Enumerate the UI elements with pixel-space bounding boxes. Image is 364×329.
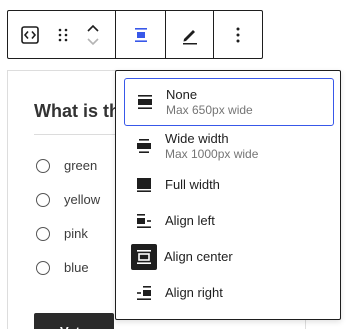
- poll-option[interactable]: pink: [36, 226, 88, 241]
- menu-item-label: Align center: [164, 249, 233, 264]
- more-options-button[interactable]: [214, 11, 262, 58]
- move-up-icon[interactable]: [86, 23, 100, 33]
- edit-button[interactable]: [166, 11, 213, 58]
- move-down-icon[interactable]: [86, 37, 100, 47]
- pencil-icon: [180, 25, 200, 45]
- align-menu-popover: None Max 650px wide Wide width Max 1000p…: [115, 70, 341, 320]
- align-full-icon: [132, 173, 156, 197]
- toolbar-group-more: [214, 11, 262, 58]
- align-right-icon: [132, 281, 156, 305]
- poll-option-label: pink: [64, 226, 88, 241]
- menu-item-description: Max 650px wide: [166, 102, 253, 117]
- menu-item-text: Align center: [164, 249, 233, 265]
- menu-item-text: Align right: [165, 285, 223, 301]
- mover-buttons: [74, 11, 112, 58]
- menu-item-label: Align left: [165, 213, 215, 228]
- poll-option[interactable]: yellow: [36, 192, 100, 207]
- radio-button[interactable]: [36, 260, 50, 275]
- align-left-icon: [132, 209, 156, 233]
- menu-item-text: Align left: [165, 213, 215, 229]
- align-button[interactable]: [116, 11, 165, 58]
- drag-handle-button[interactable]: [52, 11, 74, 58]
- poll-option[interactable]: green: [36, 158, 97, 173]
- menu-item-description: Max 1000px wide: [165, 146, 259, 161]
- menu-item-align-right[interactable]: Align right: [124, 278, 334, 308]
- menu-item-align-center[interactable]: Align center: [124, 242, 334, 272]
- radio-button[interactable]: [36, 158, 50, 173]
- drag-handle-icon: [58, 27, 68, 43]
- align-icon: [131, 25, 151, 45]
- align-none-icon: [133, 90, 157, 114]
- poll-option-label: green: [64, 158, 98, 173]
- block-type-button[interactable]: [8, 11, 52, 58]
- more-options-icon: [235, 26, 241, 44]
- menu-item-text: None Max 650px wide: [166, 87, 253, 118]
- poll-option-label: yellow: [64, 192, 101, 207]
- vote-button[interactable]: Vote: [34, 313, 114, 329]
- menu-item-label: Full width: [165, 177, 220, 192]
- menu-item-label: Wide width: [165, 130, 229, 146]
- menu-item-text: Wide width Max 1000px wide: [165, 131, 258, 162]
- menu-item-text: Full width: [165, 177, 220, 193]
- menu-item-align-wide[interactable]: Wide width Max 1000px wide: [124, 128, 334, 164]
- block-type-icon: [20, 25, 40, 45]
- poll-option[interactable]: blue: [36, 260, 89, 275]
- toolbar-group-block: [8, 11, 116, 58]
- menu-item-align-full[interactable]: Full width: [124, 170, 334, 200]
- toolbar-group-edit: [166, 11, 214, 58]
- align-center-icon: [131, 244, 157, 270]
- block-toolbar: [7, 10, 263, 59]
- radio-button[interactable]: [36, 192, 50, 207]
- toolbar-group-align: [116, 11, 166, 58]
- menu-item-align-left[interactable]: Align left: [124, 206, 334, 236]
- menu-item-align-none[interactable]: None Max 650px wide: [124, 78, 334, 126]
- align-wide-icon: [132, 134, 156, 158]
- radio-button[interactable]: [36, 226, 50, 241]
- menu-item-label: None: [166, 86, 198, 102]
- poll-option-label: blue: [64, 260, 89, 275]
- menu-item-label: Align right: [165, 285, 223, 300]
